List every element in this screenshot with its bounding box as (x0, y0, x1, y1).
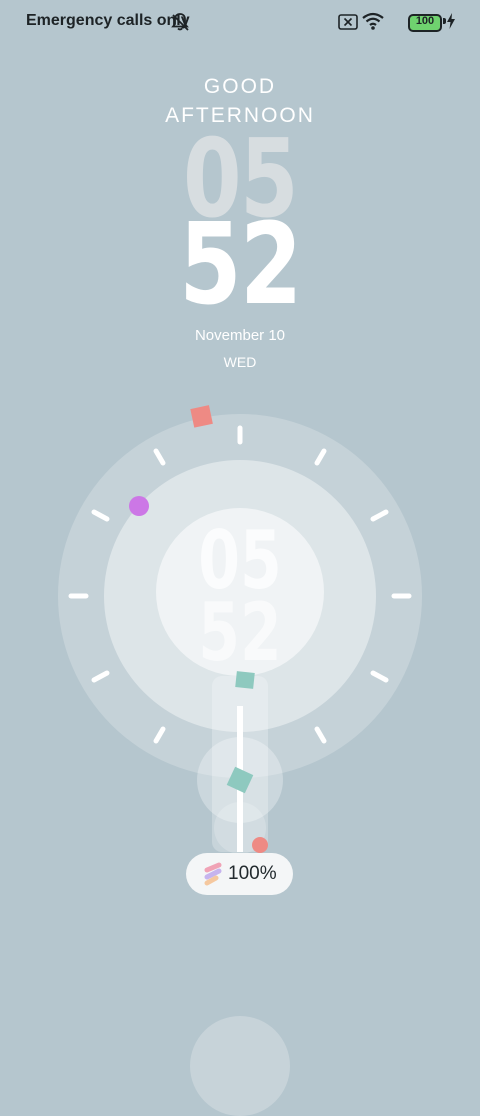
carrier-text: Emergency calls only (26, 12, 190, 29)
charging-plug-icon (204, 862, 222, 886)
bell-off-icon (171, 13, 189, 31)
weekday-text: WED (223, 354, 257, 370)
battery-percent-text: 100% (228, 863, 277, 884)
battery-level-text: 100 (415, 15, 435, 27)
battery-icon: 100 (408, 14, 442, 32)
charging-dial: 05 52 (0, 380, 480, 900)
particle-teal-square-1 (235, 671, 255, 689)
clock-minute: 52 (179, 200, 302, 330)
sim-icon (338, 14, 358, 30)
dial-graphic: 05 52 (58, 405, 422, 854)
battery-percent-pill: 100% (186, 853, 293, 895)
wifi-icon (362, 12, 384, 30)
charging-bolt-icon (447, 13, 455, 29)
unlock-handle[interactable] (190, 1016, 290, 1116)
particle-red-dot (252, 837, 268, 853)
status-bar: Emergency calls only 100 (0, 0, 480, 44)
particle-purple-dot (129, 496, 149, 516)
dial-minute-watermark: 52 (198, 585, 281, 679)
greeting-line-1: GOOD (203, 75, 277, 98)
date-text: November 10 (194, 327, 286, 344)
particle-red-square (190, 405, 213, 428)
status-icons: 100 (316, 12, 456, 32)
